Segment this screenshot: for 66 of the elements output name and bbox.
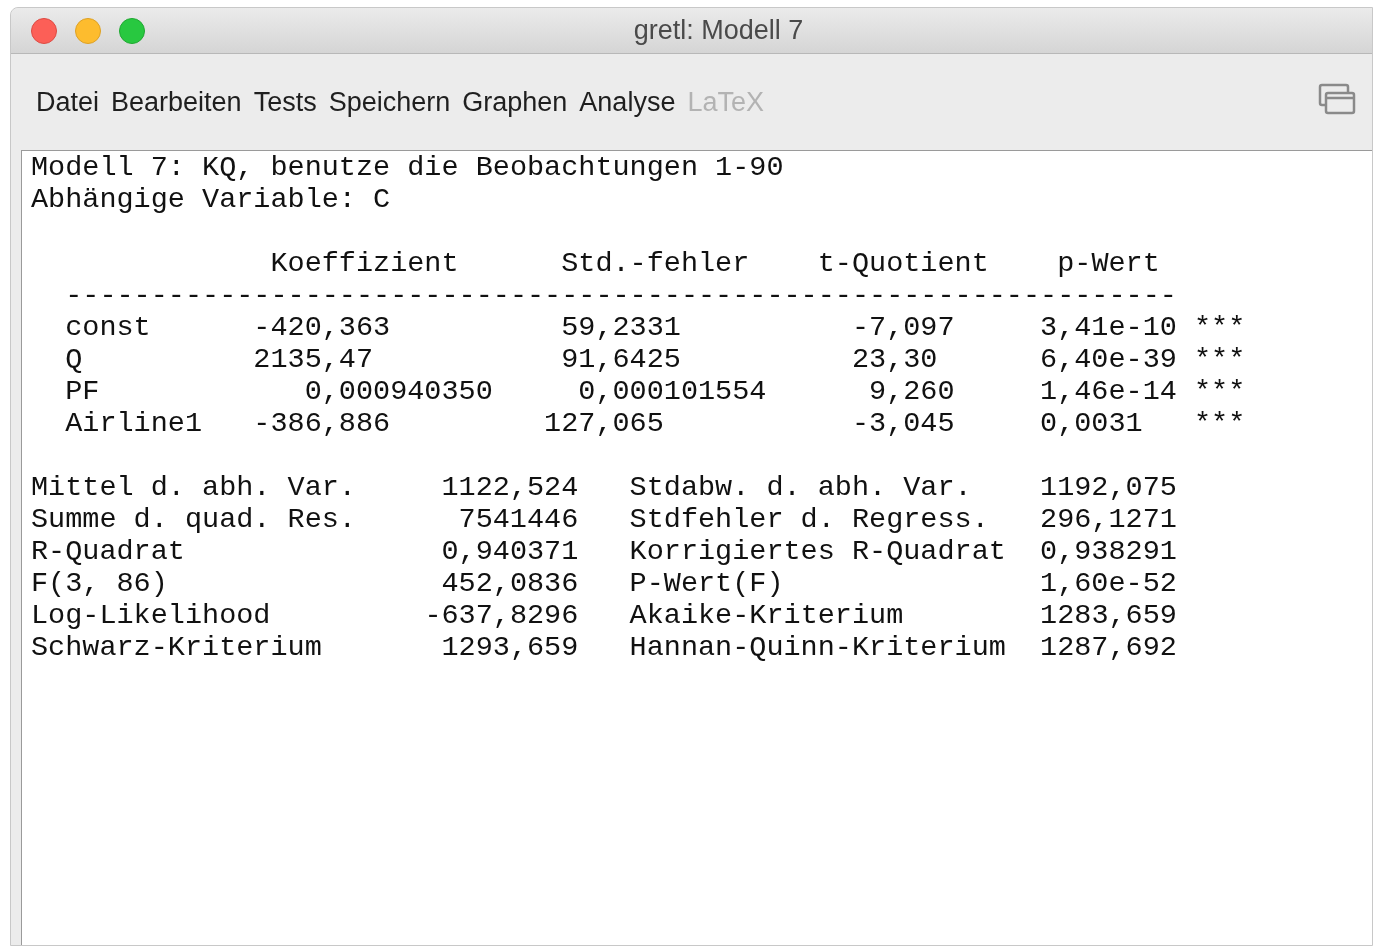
variable-name: PF: [65, 376, 100, 408]
variable-name: Airline1: [65, 408, 203, 440]
statistic-value: 1283,659: [1040, 600, 1177, 632]
minimize-button[interactable]: [75, 17, 101, 44]
statistic-label: Akaike-Kriterium: [629, 600, 904, 632]
statistic-label: Hannan-Quinn-Kriterium: [629, 632, 1006, 664]
coefficient-value: -386,886: [253, 408, 391, 440]
coefficient-value: 0,000940350: [304, 376, 493, 408]
column-header: Koeffizient: [270, 248, 459, 280]
variable-name: const: [65, 312, 151, 344]
significance-stars: ***: [1194, 344, 1246, 376]
column-header: t-Quotient: [817, 248, 989, 280]
menu-item[interactable]: Analyse: [578, 81, 677, 123]
std-error-value: 127,065: [544, 408, 664, 440]
statistic-value: 452,0836: [441, 568, 579, 600]
statistic-value: 1192,075: [1040, 472, 1177, 504]
statistic-label: Mittel d. abh. Var.: [31, 472, 356, 504]
menu-item[interactable]: Graphen: [461, 81, 569, 123]
menu-item[interactable]: Speichern: [327, 81, 452, 123]
window-title: gretl: Modell 7: [633, 14, 804, 48]
statistic-value: 0,938291: [1040, 536, 1177, 568]
coefficient-value: -420,363: [253, 312, 391, 344]
statistic-value: 7541446: [458, 504, 579, 536]
separator-line: -----------------------------------------------------------------: [65, 280, 1177, 312]
statistic-value: -637,8296: [424, 600, 579, 632]
variable-name: Q: [65, 344, 83, 376]
statistic-value: 0,940371: [441, 536, 579, 568]
p-value: 6,40e-39: [1040, 344, 1177, 376]
statistic-value: 1122,524: [441, 472, 579, 504]
statistic-value: 296,1271: [1040, 504, 1177, 536]
p-value: 0,0031: [1040, 408, 1143, 440]
statistic-label: Log-Likelihood: [31, 600, 271, 632]
column-header: Std.-fehler: [561, 248, 750, 280]
statistic-value: 1287,692: [1040, 632, 1177, 664]
statistic-label: F(3, 86): [31, 568, 168, 600]
std-error-value: 91,6425: [561, 344, 681, 376]
zoom-button[interactable]: [119, 17, 145, 44]
close-button[interactable]: [31, 17, 57, 44]
statistic-label: Schwarz-Kriterium: [31, 632, 322, 664]
t-value: 23,30: [851, 344, 938, 376]
t-value: -7,097: [851, 312, 955, 344]
windows-icon[interactable]: [1318, 83, 1356, 117]
output-heading: Abhängige Variable: C: [31, 184, 391, 216]
column-header: p-Wert: [1057, 248, 1160, 280]
statistic-value: 1,60e-52: [1040, 568, 1177, 600]
p-value: 1,46e-14: [1040, 376, 1177, 408]
menu-item[interactable]: Bearbeiten: [110, 81, 243, 123]
statistic-value: 1293,659: [441, 632, 579, 664]
std-error-value: 59,2331: [561, 312, 681, 344]
statistic-label: Summe d. quad. Res.: [31, 504, 356, 536]
t-value: -3,045: [851, 408, 955, 440]
t-value: 9,260: [869, 376, 955, 408]
statistic-label: Korrigiertes R-Quadrat: [629, 536, 1006, 568]
significance-stars: ***: [1194, 408, 1246, 440]
std-error-value: 0,000101554: [578, 376, 767, 408]
statistic-label: P-Wert(F): [629, 568, 784, 600]
output-heading: Modell 7: KQ, benutze die Beobachtungen 1-90: [31, 152, 784, 184]
significance-stars: ***: [1193, 376, 1246, 408]
menu-item[interactable]: Datei: [35, 81, 101, 123]
statistic-label: Stdabw. d. abh. Var.: [629, 472, 972, 504]
coefficient-value: 2135,47: [253, 344, 374, 376]
menu-item[interactable]: Tests: [252, 81, 318, 123]
statistic-label: Stdfehler d. Regress.: [629, 504, 989, 536]
statistic-label: R-Quadrat: [31, 536, 185, 568]
p-value: 3,41e-10: [1040, 312, 1177, 344]
significance-stars: ***: [1193, 312, 1246, 344]
